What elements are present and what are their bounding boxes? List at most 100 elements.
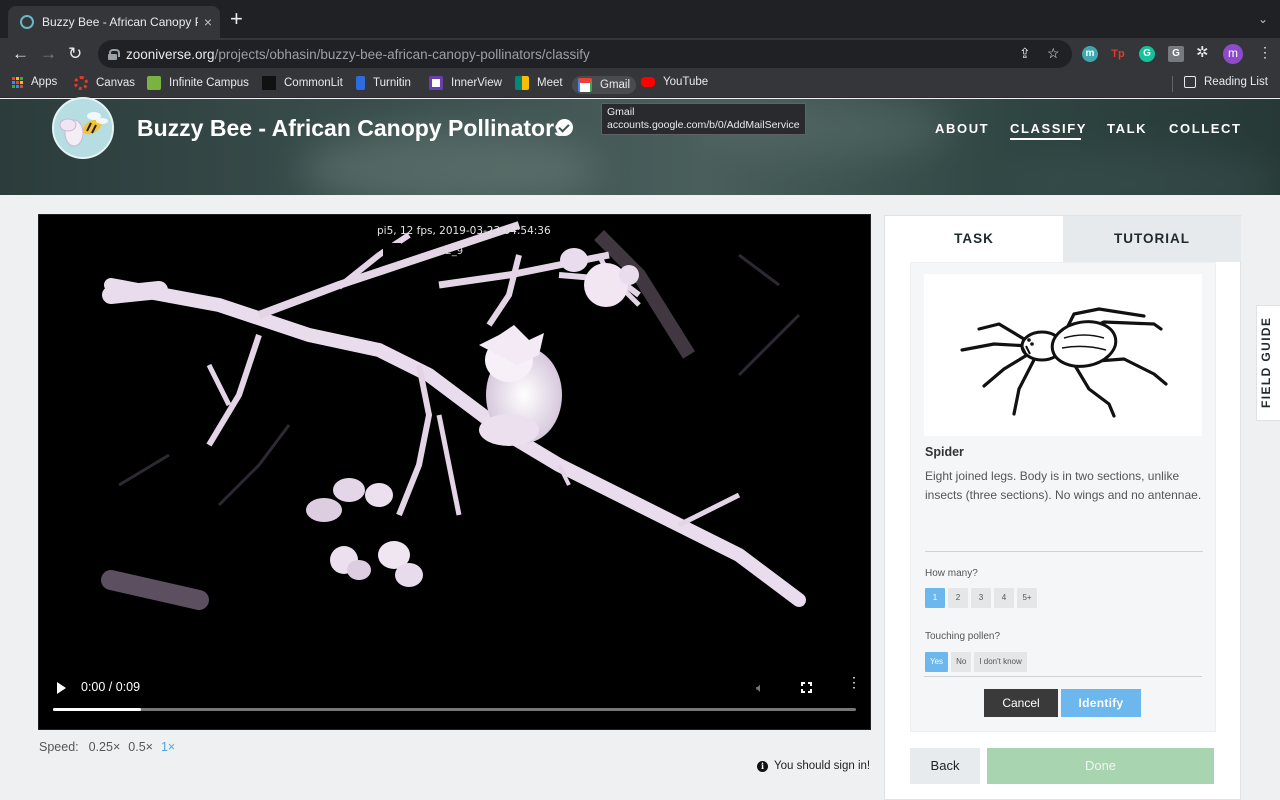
m-extension-icon[interactable]: m xyxy=(1082,46,1098,62)
bookmark-tooltip: Gmail accounts.google.com/b/0/AddMailSer… xyxy=(601,103,806,135)
pollen-option-dont-know[interactable]: I don't know xyxy=(974,652,1027,672)
count-option-5plus[interactable]: 5+ xyxy=(1017,588,1037,608)
gmail-icon xyxy=(578,78,592,92)
play-icon[interactable] xyxy=(57,682,66,694)
browser-menu-icon[interactable]: ⋮ xyxy=(1258,44,1272,61)
pollen-options: Yes No I don't know xyxy=(925,652,1027,672)
meet-icon xyxy=(515,76,529,90)
video-player[interactable]: pi5, 12 fps, 2019-03-23 04:54:36 72_9 0:… xyxy=(38,214,871,730)
count-option-1[interactable]: 1 xyxy=(925,588,945,608)
tp-extension-icon[interactable]: Tp xyxy=(1110,46,1126,62)
how-many-label: How many? xyxy=(925,568,978,579)
tab-task[interactable]: TASK xyxy=(885,216,1063,262)
bookmark-label: Gmail xyxy=(600,79,631,91)
identify-button[interactable]: Identify xyxy=(1061,689,1141,717)
zooniverse-favicon-icon xyxy=(20,15,34,29)
project-avatar[interactable] xyxy=(52,97,114,159)
tab-title: Buzzy Bee - African Canopy Po xyxy=(42,15,198,29)
apps-grid-icon xyxy=(12,76,23,88)
video-frame xyxy=(39,215,870,729)
how-many-options: 1 2 3 4 5+ xyxy=(925,588,1037,608)
bookmark-infinite-campus[interactable]: Infinite Campus xyxy=(147,76,249,90)
verified-badge-icon xyxy=(556,119,573,136)
browser-tab[interactable]: Buzzy Bee - African Canopy Po × xyxy=(8,6,220,38)
back-arrow-icon[interactable]: ← xyxy=(12,44,29,64)
speed-option-1[interactable]: 1× xyxy=(161,740,175,754)
playback-speed: Speed: 0.25× 0.5× 1× xyxy=(39,740,175,754)
nav-about[interactable]: ABOUT xyxy=(935,121,989,136)
field-guide-label[interactable]: FIELD GUIDE xyxy=(1259,317,1273,408)
project-title[interactable]: Buzzy Bee - African Canopy Pollinators xyxy=(137,115,567,142)
address-bar[interactable]: zooniverse.org/projects/obhasin/buzzy-be… xyxy=(98,40,1072,68)
back-button[interactable]: Back xyxy=(910,748,980,784)
bookmark-apps[interactable]: Apps xyxy=(12,76,57,88)
video-progress-fill xyxy=(53,708,142,711)
species-description: Eight joined legs. Body is in two sectio… xyxy=(925,469,1202,502)
nav-collect[interactable]: COLLECT xyxy=(1169,121,1242,136)
bookmark-innerview[interactable]: InnerView xyxy=(429,76,502,90)
forward-arrow-icon[interactable]: → xyxy=(40,44,57,64)
tab-search-icon[interactable]: ⌄ xyxy=(1258,12,1268,26)
count-option-4[interactable]: 4 xyxy=(994,588,1014,608)
reading-list-button[interactable]: Reading List xyxy=(1184,76,1268,88)
g-extension-icon[interactable]: G xyxy=(1168,46,1184,62)
tooltip-url: accounts.google.com/b/0/AddMailService xyxy=(607,119,800,131)
pollen-label: Touching pollen? xyxy=(925,631,1001,642)
bookmark-separator xyxy=(1172,76,1173,92)
extensions-puzzle-icon[interactable]: ✲ xyxy=(1196,43,1209,61)
spider-icon xyxy=(960,307,1168,418)
bookmark-gmail[interactable]: Gmail xyxy=(572,76,637,94)
done-button[interactable]: Done xyxy=(987,748,1214,784)
profile-avatar[interactable]: m xyxy=(1223,44,1243,64)
nav-active-underline xyxy=(1010,138,1081,140)
infinite-campus-icon xyxy=(147,76,161,90)
species-name: Spider xyxy=(925,445,964,459)
bookmark-commonlit[interactable]: CommonLit xyxy=(262,76,343,90)
share-icon[interactable]: ⇪ xyxy=(1019,45,1031,62)
bookmark-label: InnerView xyxy=(451,77,502,89)
nav-classify[interactable]: CLASSIFY xyxy=(1010,121,1087,136)
tab-close-icon[interactable]: × xyxy=(204,14,212,30)
bookmark-label: Turnitin xyxy=(373,77,411,89)
bookmark-youtube[interactable]: YouTube xyxy=(641,76,708,88)
nav-talk[interactable]: TALK xyxy=(1107,121,1147,136)
new-tab-button[interactable]: + xyxy=(230,8,243,30)
speed-option-025[interactable]: 0.25× xyxy=(89,740,121,754)
lock-icon xyxy=(108,48,120,60)
species-image xyxy=(924,274,1202,436)
url-host: zooniverse.org xyxy=(126,46,215,62)
task-panel: TASK TUTORIAL Spider Eight joined legs. … xyxy=(884,215,1241,800)
bookmark-canvas[interactable]: Canvas xyxy=(74,76,135,90)
tab-tutorial[interactable]: TUTORIAL xyxy=(1063,216,1241,262)
video-progress-bar[interactable] xyxy=(53,708,856,711)
tooltip-title: Gmail xyxy=(607,106,635,118)
reading-list-icon xyxy=(1184,76,1196,88)
pollen-option-no[interactable]: No xyxy=(951,652,972,672)
video-timestamp-overlay: pi5, 12 fps, 2019-03-23 04:54:36 xyxy=(377,225,551,237)
youtube-icon xyxy=(641,77,655,87)
bookmark-star-icon[interactable]: ☆ xyxy=(1047,45,1060,62)
count-option-3[interactable]: 3 xyxy=(971,588,991,608)
commonlit-icon xyxy=(262,76,276,90)
speed-option-05[interactable]: 0.5× xyxy=(128,740,153,754)
bookmark-meet[interactable]: Meet xyxy=(515,76,563,90)
species-detail: Spider Eight joined legs. Body is in two… xyxy=(910,262,1216,732)
count-option-2[interactable]: 2 xyxy=(948,588,968,608)
canvas-icon xyxy=(74,76,88,90)
video-options-icon[interactable]: ⋮ xyxy=(847,675,861,689)
cancel-button[interactable]: Cancel xyxy=(984,689,1058,717)
signin-text: You should sign in! xyxy=(774,760,871,772)
signin-notice[interactable]: i You should sign in! xyxy=(757,760,870,772)
volume-icon[interactable]: 🔈︎ xyxy=(756,680,764,696)
bookmark-label: Apps xyxy=(31,76,58,88)
bookmark-label: CommonLit xyxy=(284,77,343,89)
reload-icon[interactable]: ↻ xyxy=(68,44,82,64)
url-path: /projects/obhasin/buzzy-bee-african-cano… xyxy=(214,46,590,62)
grammarly-extension-icon[interactable]: G xyxy=(1139,46,1155,62)
bookmark-label: Meet xyxy=(537,77,563,89)
pollen-option-yes[interactable]: Yes xyxy=(925,652,949,672)
video-time: 0:00 / 0:09 xyxy=(81,680,141,694)
bookmark-label: Canvas xyxy=(96,77,135,89)
bookmark-turnitin[interactable]: Turnitin xyxy=(356,76,411,90)
fullscreen-icon[interactable] xyxy=(801,682,812,693)
